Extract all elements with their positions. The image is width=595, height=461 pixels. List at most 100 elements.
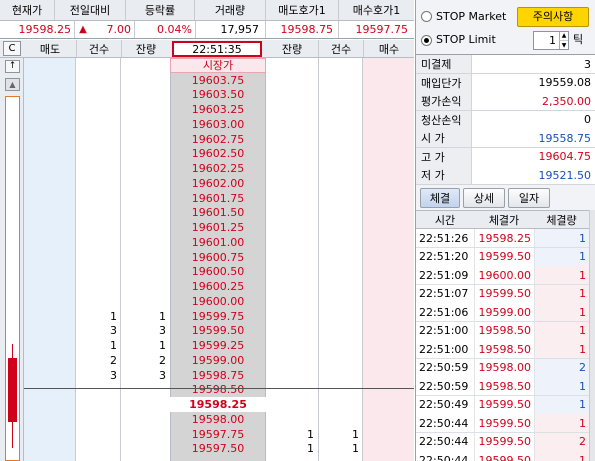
stat-label: 시 가 — [416, 129, 472, 147]
trades-header-qty: 체결량 — [546, 213, 577, 227]
ladder-row[interactable]: 19601.25 — [0, 220, 414, 235]
ladder-row[interactable]: 19600.00 — [0, 294, 414, 309]
ladder-price[interactable]: 19601.00 — [170, 235, 266, 250]
ladder-row[interactable]: 19602.75 — [0, 132, 414, 147]
sell-count — [77, 176, 121, 191]
buy-count — [319, 250, 363, 265]
market-order-label[interactable]: 시장가 — [170, 58, 266, 73]
ladder-price[interactable]: 19599.25 — [170, 338, 266, 353]
ladder-row[interactable]: 1 1 19599.25 — [0, 338, 414, 353]
stop-limit-label[interactable]: STOP Limit — [436, 32, 496, 48]
tick-stepper[interactable]: 1 ▲ ▼ — [533, 31, 569, 50]
ladder-header-count: 건수 — [88, 42, 110, 56]
ladder-price[interactable]: 19601.75 — [170, 191, 266, 206]
ladder-price[interactable]: 19601.25 — [170, 220, 266, 235]
ladder-price[interactable]: 19597.75 — [170, 427, 266, 442]
trade-price: 19599.50 — [474, 284, 534, 303]
stop-limit-radio[interactable] — [421, 35, 432, 46]
ladder-row[interactable]: 2 2 19599.00 — [0, 353, 414, 368]
ladder-row[interactable]: 19598.25 — [0, 397, 414, 412]
ladder-price[interactable]: 19598.25 — [170, 397, 266, 412]
ladder-row[interactable]: 19598.00 — [0, 412, 414, 427]
ladder-price[interactable]: 19599.00 — [170, 353, 266, 368]
buy-count — [319, 412, 363, 427]
trade-qty: 1 — [534, 321, 589, 340]
ladder-row[interactable]: 19603.50 — [0, 88, 414, 103]
ladder-row[interactable]: 19603.25 — [0, 102, 414, 117]
trade-time: 22:51:06 — [419, 305, 469, 319]
ladder-price[interactable]: 19603.25 — [170, 102, 266, 117]
ladder-row[interactable]: 19601.00 — [0, 235, 414, 250]
sell-remain — [122, 294, 170, 309]
trade-row: 22:50:44 19599.50 1 — [416, 451, 589, 461]
buy-count — [319, 117, 363, 132]
sell-remain — [122, 117, 170, 132]
ladder-price[interactable]: 19597.50 — [170, 442, 266, 457]
ladder-price[interactable]: 19602.50 — [170, 147, 266, 162]
ladder-row[interactable]: 19602.25 — [0, 161, 414, 176]
tab-detail[interactable]: 상세 — [463, 188, 505, 208]
market-order-row[interactable]: 시장가 — [0, 58, 414, 73]
sell-count — [77, 265, 121, 280]
ladder-row[interactable]: 19603.75 — [0, 73, 414, 88]
ladder-row[interactable]: 19597.50 1 1 — [0, 442, 414, 457]
buy-count — [319, 176, 363, 191]
ladder-row[interactable]: 19598.50 — [0, 383, 414, 398]
notice-button[interactable]: 주의사항 — [517, 7, 589, 27]
summary-header-change: 전일대비 — [69, 4, 111, 17]
sell-count — [77, 412, 121, 427]
summary-header-rate: 등락률 — [144, 4, 176, 17]
ladder-price[interactable]: 19599.75 — [170, 309, 266, 324]
ladder-price[interactable]: 19602.75 — [170, 132, 266, 147]
tab-trades[interactable]: 체결 — [420, 188, 460, 208]
ladder-price[interactable]: 19603.00 — [170, 117, 266, 132]
ladder-row[interactable]: 19601.75 — [0, 191, 414, 206]
ladder-price[interactable]: 19602.25 — [170, 161, 266, 176]
volume-value: 17,957 — [220, 23, 260, 36]
ladder-price[interactable]: 19603.75 — [170, 73, 266, 88]
ladder-row[interactable]: 19601.50 — [0, 206, 414, 221]
ladder-price[interactable]: 19599.50 — [170, 324, 266, 339]
ladder-row[interactable]: 3 3 19599.50 — [0, 324, 414, 339]
ladder-row[interactable]: 19600.75 — [0, 250, 414, 265]
ladder-row[interactable]: 1 1 19599.75 — [0, 309, 414, 324]
buy-remain — [266, 324, 318, 339]
ask1-value: 19598.75 — [280, 23, 334, 36]
trade-row: 22:51:00 19598.50 1 — [416, 321, 589, 341]
ladder-row[interactable]: 19602.00 — [0, 176, 414, 191]
ladder-price[interactable]: 19598.50 — [170, 383, 266, 398]
trade-row: 22:50:59 19598.00 2 — [416, 358, 589, 378]
ladder-price[interactable]: 19600.25 — [170, 279, 266, 294]
ladder-price[interactable]: 19598.00 — [170, 412, 266, 427]
ladder-price[interactable]: 19600.50 — [170, 265, 266, 280]
stepper-down-icon[interactable]: ▼ — [559, 40, 568, 49]
summary-header-current: 현재가 — [11, 4, 43, 17]
stat-row: 저 가 19521.50 — [416, 166, 595, 185]
buy-count — [319, 368, 363, 383]
stop-market-label[interactable]: STOP Market — [436, 9, 506, 25]
buy-remain — [266, 397, 318, 412]
ladder-price[interactable]: 19601.50 — [170, 206, 266, 221]
trades-scrollbar[interactable] — [589, 210, 595, 461]
ladder-row[interactable]: 19597.75 1 1 — [0, 427, 414, 442]
buy-count — [319, 383, 363, 398]
stop-market-radio[interactable] — [421, 11, 432, 22]
buy-remain — [266, 117, 318, 132]
ladder-row[interactable]: 19600.50 — [0, 265, 414, 280]
tab-daily[interactable]: 일자 — [508, 188, 550, 208]
ladder-row[interactable]: 3 3 19598.75 — [0, 368, 414, 383]
summary-header-row: 현재가 전일대비 등락률 거래량 매도호가1 매수호가1 — [0, 0, 414, 21]
ladder-row[interactable]: 19603.00 — [0, 117, 414, 132]
cancel-all-button[interactable]: C — [3, 41, 21, 56]
tick-input[interactable]: 1 — [534, 32, 559, 49]
ladder-price[interactable]: 19600.75 — [170, 250, 266, 265]
ladder-price[interactable]: 19603.50 — [170, 88, 266, 103]
ladder-row[interactable]: 19602.50 — [0, 147, 414, 162]
ladder-price[interactable]: 19600.00 — [170, 294, 266, 309]
ladder-price[interactable]: 19598.75 — [170, 368, 266, 383]
ladder-price[interactable]: 19602.00 — [170, 176, 266, 191]
sell-remain — [122, 235, 170, 250]
ladder-row[interactable]: 19600.25 — [0, 279, 414, 294]
trade-row: 22:51:06 19599.00 1 — [416, 303, 589, 322]
stepper-up-icon[interactable]: ▲ — [559, 32, 568, 40]
